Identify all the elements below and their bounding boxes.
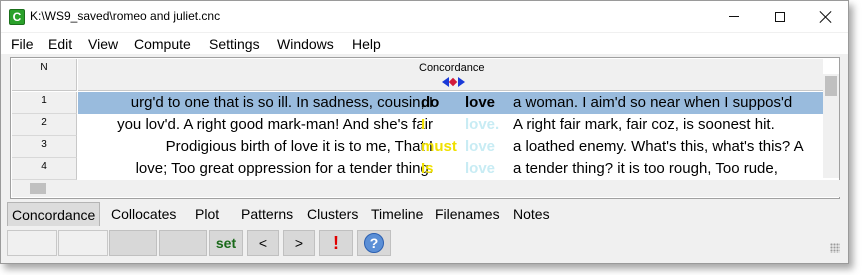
row-number[interactable]: 3 xyxy=(12,136,77,158)
menu-view[interactable]: View xyxy=(88,36,118,52)
tab-concordance[interactable]: Concordance xyxy=(7,202,101,226)
row-number[interactable]: 2 xyxy=(12,114,77,136)
status-cell xyxy=(7,230,57,256)
minimize-button[interactable] xyxy=(711,1,757,32)
set-button[interactable]: set xyxy=(209,230,243,256)
menu-settings[interactable]: Settings xyxy=(209,36,260,52)
column-header-concordance[interactable]: Concordance xyxy=(78,59,823,91)
tab-plot[interactable]: Plot xyxy=(191,202,223,226)
alert-button[interactable]: ! xyxy=(319,230,353,256)
maximize-icon xyxy=(775,11,785,22)
help-button[interactable]: ? xyxy=(357,230,391,256)
left-context: urg'd to one that is so ill. In sadness,… xyxy=(130,94,433,111)
sort-arrows-icon[interactable] xyxy=(442,76,466,88)
horizontal-scrollbar[interactable] xyxy=(12,180,840,197)
sort-right-icon xyxy=(458,77,465,87)
left-context: you lov'd. A right good mark-man! And sh… xyxy=(117,116,433,133)
right-context: a tender thing? it is too rough, Too rud… xyxy=(513,160,778,177)
close-button[interactable] xyxy=(803,1,848,32)
pre-node-word: must xyxy=(421,138,457,155)
right-context: a woman. I aim'd so near when I suppos'd xyxy=(513,94,793,111)
tab-timeline[interactable]: Timeline xyxy=(367,202,427,226)
vertical-scroll-thumb[interactable] xyxy=(825,76,837,96)
pre-node-word: do xyxy=(421,94,440,111)
pre-node-word: I xyxy=(421,116,426,133)
app-window: C K:\WS9_saved\romeo and juliet.cnc File… xyxy=(0,0,849,264)
concordance-grid[interactable]: N Concordance 1 urg'd to one that is so … xyxy=(10,57,840,199)
next-icon: > xyxy=(294,235,304,251)
node-word: love xyxy=(465,160,496,177)
status-bar: set < > ! ? xyxy=(1,229,848,259)
set-label: set xyxy=(215,235,237,251)
left-context: love; Too great oppression for a tender … xyxy=(135,160,433,177)
tab-patterns[interactable]: Patterns xyxy=(237,202,297,226)
status-button[interactable] xyxy=(109,230,157,256)
column-header-label: Concordance xyxy=(419,62,485,74)
minimize-icon xyxy=(729,16,739,17)
menu-windows[interactable]: Windows xyxy=(277,36,334,52)
exclamation-icon: ! xyxy=(333,232,339,253)
pre-node-word: Is xyxy=(421,160,434,177)
menu-help[interactable]: Help xyxy=(352,36,381,52)
menu-edit[interactable]: Edit xyxy=(48,36,72,52)
menu-file[interactable]: File xyxy=(11,36,34,52)
right-context: A right fair mark, fair coz, is soonest … xyxy=(513,116,775,133)
status-cell xyxy=(58,230,108,256)
title-bar: C K:\WS9_saved\romeo and juliet.cnc xyxy=(1,1,848,32)
concordance-line[interactable]: you lov'd. A right good mark-man! And sh… xyxy=(78,114,823,136)
menu-compute[interactable]: Compute xyxy=(134,36,191,52)
next-button[interactable]: > xyxy=(283,230,315,256)
row-number[interactable]: 4 xyxy=(12,158,77,180)
right-context: a loathed enemy. What's this, what's thi… xyxy=(513,138,804,155)
close-icon xyxy=(820,11,832,23)
help-icon: ? xyxy=(364,233,384,253)
sort-center-icon xyxy=(448,77,458,87)
horizontal-scroll-thumb[interactable] xyxy=(30,183,46,194)
status-button[interactable] xyxy=(159,230,207,256)
column-header-n[interactable]: N xyxy=(12,59,77,91)
tab-clusters[interactable]: Clusters xyxy=(303,202,362,226)
tab-notes[interactable]: Notes xyxy=(509,202,554,226)
previous-button[interactable]: < xyxy=(247,230,279,256)
concordance-line[interactable]: urg'd to one that is so ill. In sadness,… xyxy=(78,92,823,114)
node-word: love xyxy=(465,94,496,111)
node-word: love xyxy=(465,138,496,155)
node-word: love. xyxy=(465,116,500,133)
previous-icon: < xyxy=(258,235,268,251)
concordance-line[interactable]: love; Too great oppression for a tender … xyxy=(78,158,823,180)
app-icon: C xyxy=(9,9,25,25)
concordance-line[interactable]: Prodigious birth of love it is to me, Th… xyxy=(78,136,823,158)
menu-bar: File Edit View Compute Settings Windows … xyxy=(1,33,848,54)
window-title: K:\WS9_saved\romeo and juliet.cnc xyxy=(30,9,221,23)
tab-collocates[interactable]: Collocates xyxy=(107,202,180,226)
row-number[interactable]: 1 xyxy=(12,92,77,114)
left-context: Prodigious birth of love it is to me, Th… xyxy=(165,138,433,155)
tab-filenames[interactable]: Filenames xyxy=(431,202,504,226)
maximize-button[interactable] xyxy=(757,1,803,32)
resize-grip-icon[interactable] xyxy=(830,243,840,253)
tab-strip: Concordance Collocates Plot Patterns Clu… xyxy=(1,202,848,226)
vertical-scrollbar[interactable] xyxy=(823,74,839,178)
